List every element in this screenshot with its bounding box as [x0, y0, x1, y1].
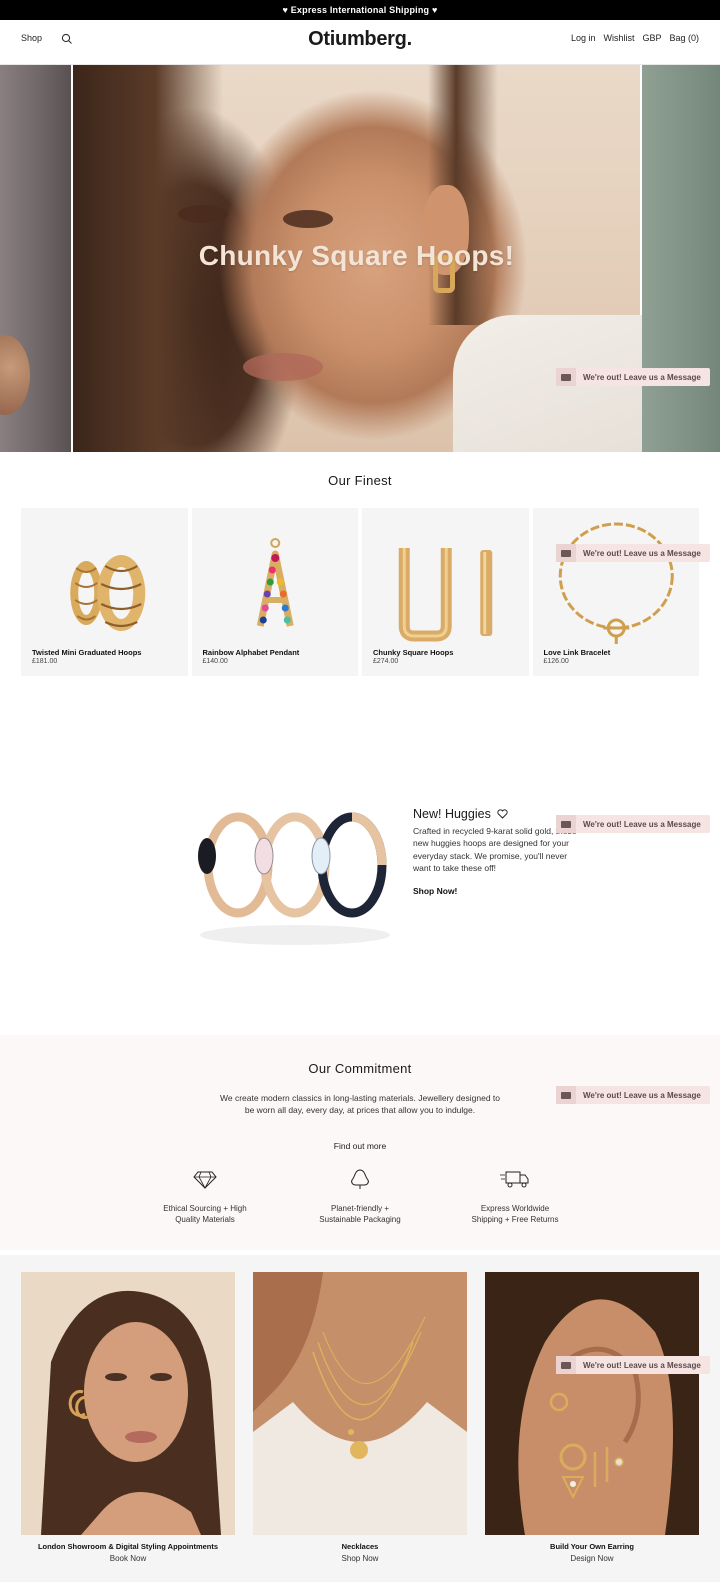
product-card[interactable]: Chunky Square Hoops £274.00 — [362, 508, 529, 676]
product-price: £140.00 — [202, 658, 228, 665]
our-finest-title: Our Finest — [328, 473, 392, 488]
build-earring-tile-image[interactable] — [485, 1272, 699, 1535]
chat-widget-label: We're out! Leave us a Message — [583, 548, 701, 558]
product-name[interactable]: Chunky Square Hoops — [373, 648, 453, 657]
announcement-text: ♥ Express International Shipping ♥ — [282, 5, 438, 15]
bag-link[interactable]: Bag (0) — [669, 33, 699, 43]
commitment-text: We create modern classics in long-lastin… — [220, 1093, 500, 1116]
product-card[interactable]: Rainbow Alphabet Pendant £140.00 — [191, 508, 359, 676]
product-grid: Twisted Mini Graduated Hoops £181.00 Rai… — [21, 508, 699, 676]
tile-title[interactable]: Build Your Own Earring — [485, 1542, 699, 1551]
showroom-tile-image[interactable] — [21, 1272, 235, 1535]
huggies-image[interactable] — [180, 790, 410, 960]
envelope-icon — [556, 544, 576, 562]
twisted-hoops-image[interactable] — [21, 508, 188, 644]
envelope-icon — [556, 368, 576, 386]
alphabet-pendant-image[interactable] — [192, 508, 359, 644]
currency-selector[interactable]: GBP — [642, 33, 661, 43]
envelope-icon — [556, 1356, 576, 1374]
envelope-icon — [556, 815, 576, 833]
product-card[interactable]: Twisted Mini Graduated Hoops £181.00 — [21, 508, 188, 676]
chat-widget-button[interactable]: We're out! Leave us a Message — [556, 815, 710, 833]
showroom-tile-label: London Showroom & Digital Styling Appoin… — [21, 1542, 235, 1563]
necklaces-tile-label: Necklaces Shop Now — [253, 1542, 467, 1563]
commitment-title: Our Commitment — [308, 1061, 412, 1076]
heart-icon[interactable] — [497, 809, 508, 819]
feature-planet-friendly: Planet-friendly + Sustainable Packaging — [290, 1169, 430, 1225]
category-tiles: London Showroom & Digital Styling Appoin… — [0, 1255, 720, 1582]
hero-slide-previous[interactable] — [0, 65, 71, 452]
announcement-bar: ♥ Express International Shipping ♥ — [0, 0, 720, 20]
chat-widget-button[interactable]: We're out! Leave us a Message — [556, 1086, 710, 1104]
find-out-more-link[interactable]: Find out more — [0, 1141, 720, 1151]
site-header: Shop Otiumberg. Log in Wishlist GBP Bag … — [0, 20, 720, 65]
chunky-square-hoops-image[interactable] — [362, 508, 529, 644]
product-name[interactable]: Twisted Mini Graduated Hoops — [32, 648, 141, 657]
chat-widget-label: We're out! Leave us a Message — [583, 1360, 701, 1370]
feature-line: Shipping + Free Returns — [471, 1214, 559, 1224]
hero-carousel[interactable]: Chunky Square Hoops! — [0, 65, 720, 452]
love-link-bracelet-image[interactable] — [533, 508, 700, 644]
chat-widget-label: We're out! Leave us a Message — [583, 372, 701, 382]
tile-title[interactable]: London Showroom & Digital Styling Appoin… — [21, 1542, 235, 1551]
tile-link[interactable]: Design Now — [485, 1554, 699, 1563]
tile-title[interactable]: Necklaces — [253, 1542, 467, 1551]
product-price: £181.00 — [32, 658, 58, 665]
tile-link[interactable]: Shop Now — [253, 1554, 467, 1563]
feature-line: Quality Materials — [175, 1214, 235, 1224]
plant-icon — [351, 1169, 369, 1189]
product-name[interactable]: Love Link Bracelet — [544, 648, 611, 657]
feature-ethical-sourcing: Ethical Sourcing + High Quality Material… — [135, 1169, 275, 1225]
truck-icon — [500, 1171, 529, 1188]
product-price: £274.00 — [373, 658, 399, 665]
diamond-icon — [193, 1171, 217, 1189]
hero-headline[interactable]: Chunky Square Hoops! — [73, 240, 640, 272]
envelope-icon — [556, 1086, 576, 1104]
chat-widget-label: We're out! Leave us a Message — [583, 819, 701, 829]
login-link[interactable]: Log in — [571, 33, 596, 43]
feature-line: Planet-friendly + — [330, 1204, 390, 1213]
product-card[interactable]: Love Link Bracelet £126.00 — [532, 508, 700, 676]
chat-widget-label: We're out! Leave us a Message — [583, 1090, 701, 1100]
chat-widget-button[interactable]: We're out! Leave us a Message — [556, 368, 710, 386]
hero-slide-next[interactable] — [642, 65, 720, 452]
product-price: £126.00 — [543, 658, 569, 665]
chat-widget-button[interactable]: We're out! Leave us a Message — [556, 544, 710, 562]
huggies-shop-now-link[interactable]: Shop Now! — [413, 886, 583, 896]
wishlist-link[interactable]: Wishlist — [603, 33, 634, 43]
feature-line: Express Worldwide — [480, 1204, 550, 1213]
tile-link[interactable]: Book Now — [21, 1554, 235, 1563]
feature-line: Ethical Sourcing + High — [163, 1204, 247, 1213]
huggies-title: New! Huggies — [413, 807, 491, 821]
feature-line: Sustainable Packaging — [319, 1214, 401, 1224]
product-name[interactable]: Rainbow Alphabet Pendant — [203, 648, 300, 657]
feature-express-shipping: Express Worldwide Shipping + Free Return… — [445, 1169, 585, 1225]
header-utility-nav: Log in Wishlist GBP Bag (0) — [571, 33, 699, 43]
necklaces-tile-image[interactable] — [253, 1272, 467, 1535]
commitment-section: Our Commitment We create modern classics… — [0, 1035, 720, 1250]
chat-widget-button[interactable]: We're out! Leave us a Message — [556, 1356, 710, 1374]
build-earring-tile-label: Build Your Own Earring Design Now — [485, 1542, 699, 1563]
